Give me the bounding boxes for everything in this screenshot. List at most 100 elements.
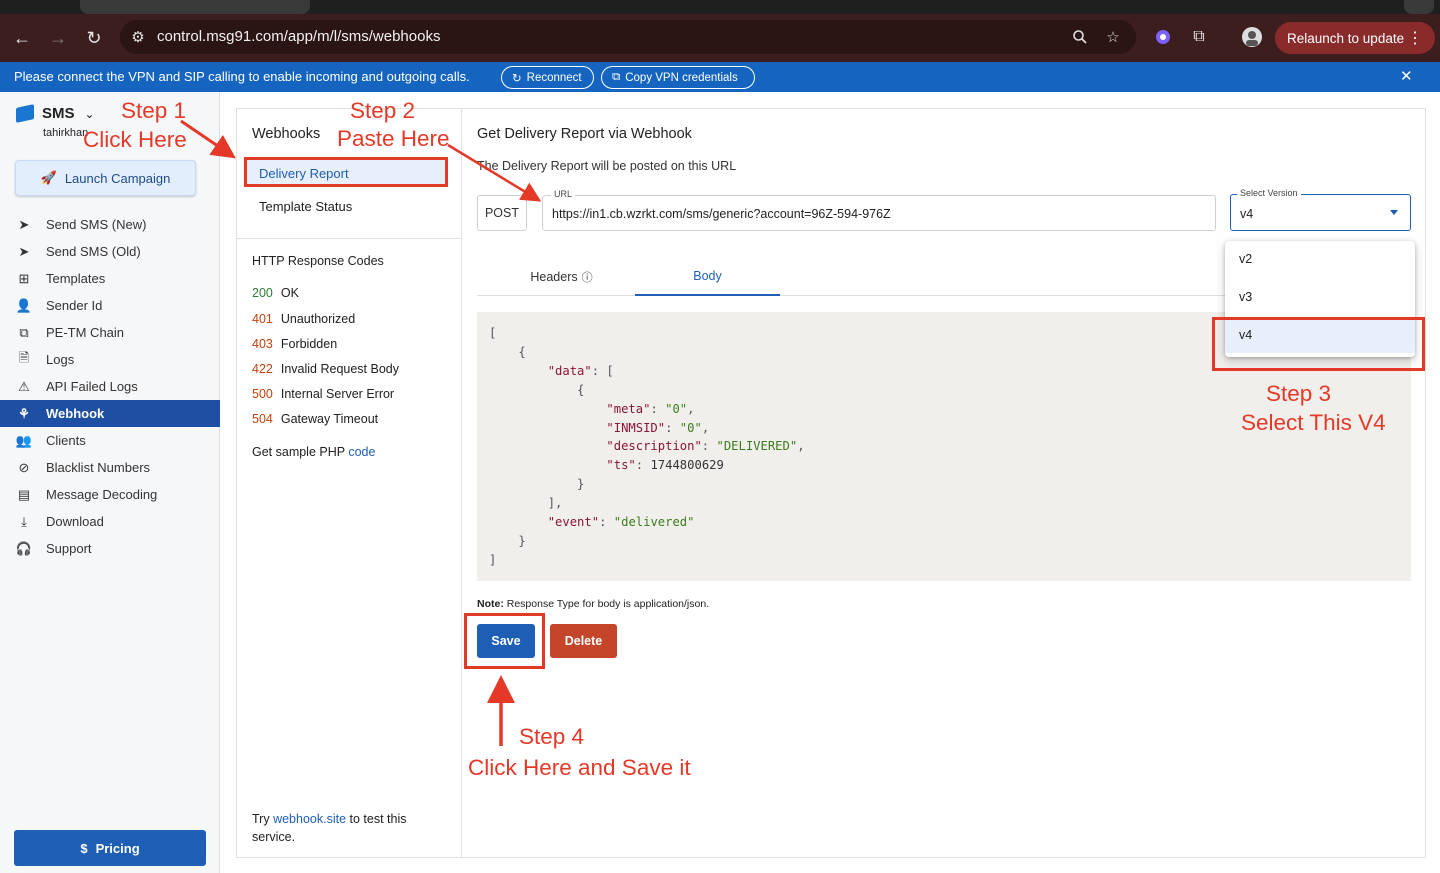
- code-text: Invalid Request Body: [280, 362, 399, 376]
- version-select[interactable]: Select Version v4: [1230, 188, 1411, 231]
- code-number: 504: [252, 412, 273, 426]
- sidebar-item-label: Logs: [46, 352, 75, 367]
- forward-icon[interactable]: →: [46, 26, 70, 50]
- sidebar-item-pe-tm-chain[interactable]: ⧉ PE-TM Chain: [0, 319, 220, 346]
- close-icon[interactable]: ✕: [1400, 67, 1413, 85]
- sidebar-item-clients[interactable]: 👥 Clients: [0, 427, 220, 454]
- code-row: 422 Invalid Request Body: [252, 362, 399, 376]
- code-text: Forbidden: [280, 337, 338, 351]
- json-value: "DELIVERED": [716, 439, 798, 454]
- tab-headers[interactable]: Headers ⓘ: [489, 258, 634, 296]
- sms-logo-icon: [16, 104, 34, 123]
- app-name: SMS: [42, 105, 75, 122]
- version-option-v3[interactable]: v3: [1225, 279, 1415, 315]
- browser-tab[interactable]: [80, 0, 310, 14]
- url-field[interactable]: URL https://in1.cb.wzrkt.com/sms/generic…: [542, 189, 1216, 231]
- step2-highlight-box: [244, 157, 448, 187]
- webhook-item-template-status[interactable]: Template Status: [247, 193, 447, 220]
- code-number: 422: [252, 362, 273, 376]
- launch-campaign-label: Launch Campaign: [64, 170, 171, 186]
- extension-icon[interactable]: [1152, 26, 1174, 48]
- code-row: 403 Forbidden: [252, 337, 337, 351]
- sidebar-item-label: Blacklist Numbers: [46, 460, 151, 475]
- site-info-icon[interactable]: ⚙: [128, 27, 148, 47]
- page-subtitle: The Delivery Report will be posted on th…: [477, 159, 737, 173]
- sidebar-item-sender-id[interactable]: 👤 Sender Id: [0, 292, 220, 319]
- dollar-icon: $: [80, 840, 88, 856]
- chevron-down-icon: ⌄: [84, 106, 95, 121]
- webhook-icon: ⚘: [18, 405, 30, 421]
- sidebar-item-label: API Failed Logs: [46, 379, 138, 394]
- address-bar[interactable]: ⚙ control.msg91.com/app/m/l/sms/webhooks…: [120, 20, 1136, 54]
- people-icon: 👥: [15, 432, 33, 448]
- browser-tab[interactable]: [1404, 0, 1434, 14]
- response-note: Note: Response Type for body is applicat…: [477, 598, 709, 610]
- sidebar-item-templates[interactable]: ⊞ Templates: [0, 265, 220, 292]
- chain-icon: ⧉: [19, 324, 29, 340]
- person-icon: 👤: [15, 297, 33, 313]
- webhooks-pane: Webhooks Delivery Report Template Status…: [237, 109, 462, 857]
- reconnect-button[interactable]: ↻ Reconnect: [501, 66, 594, 89]
- headset-icon: 🎧: [15, 540, 33, 556]
- sample-code-link[interactable]: code: [348, 445, 375, 459]
- webhook-card: Webhooks Delivery Report Template Status…: [236, 108, 1426, 858]
- sidebar-item-label: Send SMS (Old): [46, 244, 141, 259]
- pricing-button[interactable]: $ Pricing: [14, 830, 206, 866]
- sidebar-item-label: Clients: [46, 433, 86, 448]
- warning-icon: ⚠: [18, 378, 30, 394]
- json-key: "description": [606, 439, 702, 454]
- username: tahirkhan: [43, 127, 89, 139]
- sidebar-item-api-failed-logs[interactable]: ⚠ API Failed Logs: [0, 373, 220, 400]
- code-text: Gateway Timeout: [280, 412, 379, 426]
- step4-instruction: Click Here and Save it: [468, 755, 691, 780]
- send-icon: ➤: [18, 216, 30, 232]
- download-icon: ⤓: [21, 513, 27, 529]
- zoom-icon[interactable]: [1070, 27, 1090, 47]
- try-prefix: Try: [252, 812, 274, 826]
- launch-campaign-button[interactable]: 🚀 Launch Campaign: [15, 160, 196, 196]
- sidebar-item-download[interactable]: ⤓ Download: [0, 508, 220, 535]
- extensions-puzzle-icon[interactable]: ⧉: [1188, 26, 1210, 48]
- tab-headers-label: Headers: [530, 270, 578, 284]
- sidebar-item-label: Send SMS (New): [46, 217, 147, 232]
- address-url[interactable]: control.msg91.com/app/m/l/sms/webhooks: [157, 28, 440, 45]
- copy-vpn-button[interactable]: ⧉ Copy VPN credentials: [601, 66, 755, 89]
- bookmark-star-icon[interactable]: ☆: [1103, 27, 1123, 47]
- step2-instruction: Paste Here: [337, 126, 450, 151]
- message-icon: ▤: [17, 486, 31, 502]
- sidebar-item-support[interactable]: 🎧 Support: [0, 535, 220, 562]
- json-key: "data": [547, 363, 592, 378]
- relaunch-button[interactable]: Relaunch to update ⋮: [1275, 22, 1435, 54]
- reconnect-label: Reconnect: [526, 71, 582, 84]
- delete-button[interactable]: Delete: [550, 624, 617, 658]
- step3-instruction: Select This V4: [1241, 410, 1386, 435]
- step4-highlight-box: [464, 613, 545, 669]
- sidebar-item-blacklist-numbers[interactable]: ⊘ Blacklist Numbers: [0, 454, 220, 481]
- code-row: 500 Internal Server Error: [252, 387, 394, 401]
- back-icon[interactable]: ←: [10, 26, 34, 50]
- sidebar-item-send-sms-old[interactable]: ➤ Send SMS (Old): [0, 238, 220, 265]
- code-number: 401: [252, 312, 273, 326]
- app-switcher[interactable]: SMS ⌄: [16, 104, 95, 123]
- json-key: "event": [547, 515, 600, 530]
- sidebar-item-logs[interactable]: 🗎 Logs: [0, 346, 220, 373]
- sidebar-item-send-sms-new[interactable]: ➤ Send SMS (New): [0, 211, 220, 238]
- json-value: "0": [665, 401, 688, 416]
- sidebar-item-label: Templates: [46, 271, 106, 286]
- tab-body[interactable]: Body: [635, 258, 780, 296]
- json-value: "0": [679, 420, 702, 435]
- reload-icon[interactable]: ↻: [82, 26, 106, 50]
- version-value: v4: [1240, 207, 1254, 221]
- code-text: Internal Server Error: [280, 387, 395, 401]
- version-option-v2[interactable]: v2: [1225, 241, 1415, 277]
- sidebar-item-message-decoding[interactable]: ▤ Message Decoding: [0, 481, 220, 508]
- profile-avatar[interactable]: [1241, 26, 1263, 48]
- step1-instruction: Click Here: [83, 127, 187, 152]
- grid-icon: ⊞: [18, 270, 30, 286]
- note-bold: Note:: [477, 598, 504, 610]
- page-title: Get Delivery Report via Webhook: [477, 126, 692, 142]
- url-value[interactable]: https://in1.cb.wzrkt.com/sms/generic?acc…: [552, 207, 891, 221]
- webhook-site-link[interactable]: webhook.site: [273, 812, 346, 826]
- more-vert-icon[interactable]: ⋮: [1407, 28, 1423, 48]
- sidebar-item-webhook[interactable]: ⚘ Webhook: [0, 400, 220, 427]
